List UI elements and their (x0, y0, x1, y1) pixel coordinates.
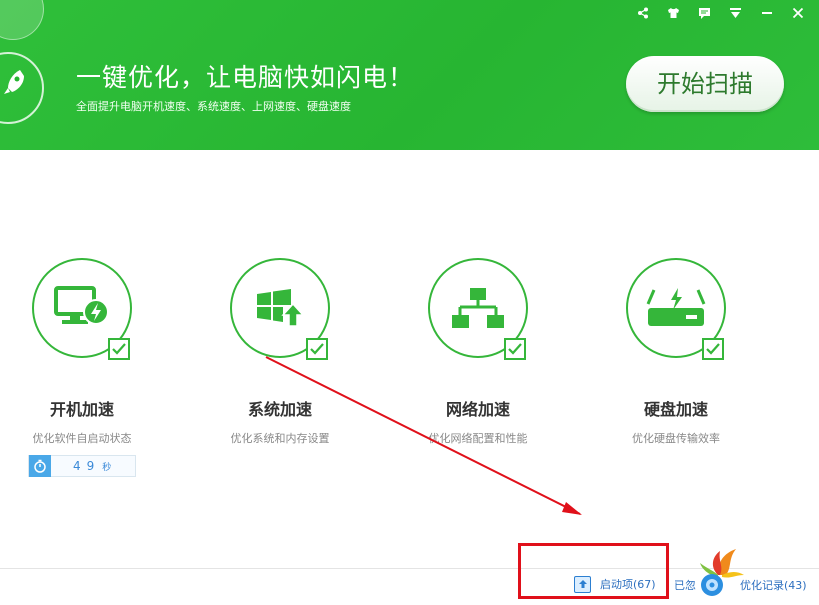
highlight-box (518, 543, 669, 599)
slogan-subtitle: 全面提升电脑开机速度、系统速度、上网速度、硬盘速度 (76, 100, 351, 113)
card-title: 硬盘加速 (643, 400, 708, 419)
check-icon (112, 343, 126, 355)
check-icon (508, 343, 522, 355)
share-icon[interactable] (627, 4, 658, 22)
card-title: 系统加速 (247, 400, 312, 419)
card-description: 优化网络配置和性能 (428, 432, 528, 445)
boot-time-unit: 秒 (102, 462, 112, 473)
watermark-logo-icon (700, 549, 744, 596)
card-checkbox[interactable] (306, 338, 328, 360)
window-controls (627, 4, 813, 22)
minimize-icon[interactable] (751, 4, 782, 22)
menu-icon[interactable] (720, 4, 751, 22)
boot-time-value: 49 (73, 459, 101, 473)
network-icon (452, 288, 504, 328)
close-icon[interactable] (782, 4, 813, 22)
card-checkbox[interactable] (702, 338, 724, 360)
card-system-speedup[interactable]: 系统加速 优化系统和内存设置 (198, 258, 398, 478)
stopwatch-icon (29, 455, 51, 477)
card-checkbox[interactable] (108, 338, 130, 360)
card-description: 优化软件自启动状态 (32, 432, 132, 445)
boot-time-display: 49 秒 (28, 455, 136, 477)
check-icon (706, 343, 720, 355)
skin-icon[interactable] (658, 4, 689, 22)
disk-bolt-icon (646, 288, 706, 326)
card-title: 开机加速 (49, 400, 114, 419)
header-banner: 回 一键优化，让电脑快如闪电！ 全面提升电脑开机速度、系统速度、上网速度、硬盘速… (0, 0, 819, 150)
card-boot-speedup[interactable]: 开机加速 优化软件自启动状态 49 秒 (0, 258, 200, 478)
rocket-badge (0, 52, 44, 124)
card-description: 优化硬盘传输效率 (632, 432, 720, 445)
feedback-icon[interactable] (689, 4, 720, 22)
back-button[interactable]: 回 (0, 0, 44, 40)
monitor-bolt-icon (54, 286, 109, 325)
card-network-speedup[interactable]: 网络加速 优化网络配置和性能 (396, 258, 596, 478)
card-description: 优化系统和内存设置 (230, 432, 330, 445)
windows-arrow-icon (257, 289, 305, 327)
card-disk-speedup[interactable]: 硬盘加速 优化硬盘传输效率 (594, 258, 794, 478)
card-checkbox[interactable] (504, 338, 526, 360)
card-title: 网络加速 (445, 400, 510, 419)
check-icon (310, 343, 324, 355)
rocket-icon (4, 70, 24, 94)
slogan-title: 一键优化，让电脑快如闪电！ (76, 63, 415, 92)
start-scan-button[interactable]: 开始扫描 (626, 56, 784, 112)
